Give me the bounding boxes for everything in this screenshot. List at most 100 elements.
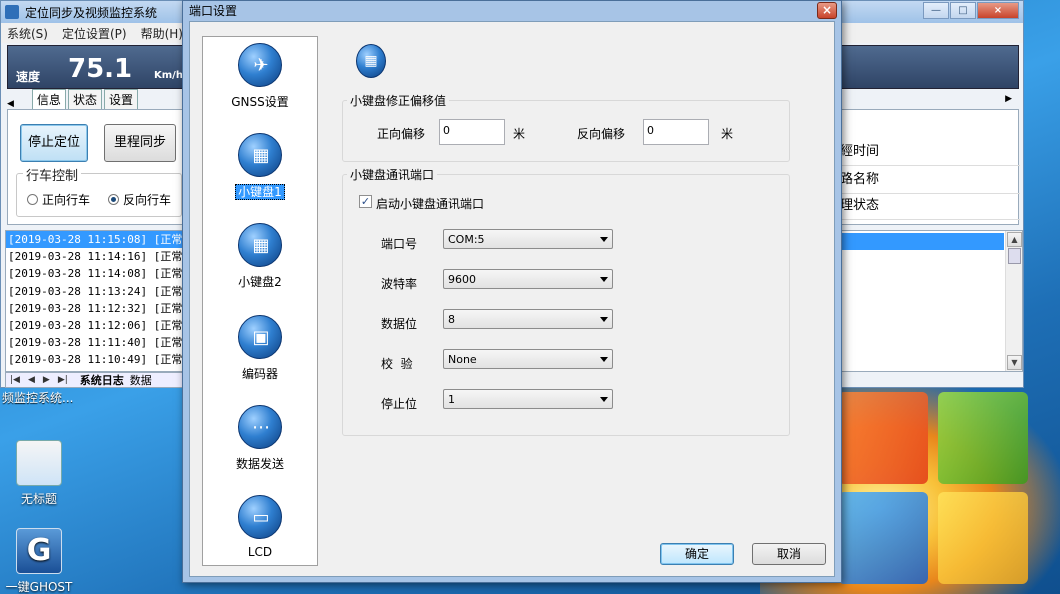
tab-scroll-left-icon[interactable]: ◀ [7,99,14,109]
data-list[interactable]: ▲ ▼ [839,230,1023,372]
port-group-title: 小键盘通讯端口 [347,166,438,183]
detail-label: 路名称 [840,168,1020,194]
next-page-icon[interactable]: ▶ [43,375,50,385]
log-row[interactable]: [2019-03-28 11:12:32] [正常] [6,300,182,317]
tab-settings[interactable]: 设置 [103,89,138,109]
data-bits-select[interactable]: 8 [443,309,613,329]
maximize-button[interactable]: □ [950,2,976,19]
ok-button[interactable]: 确定 [660,543,734,565]
nav-item-label: 小键盘2 [238,275,282,289]
desktop-icon-label: 一键GHOST [5,580,73,594]
reverse-drive-label: 反向行车 [123,193,172,207]
tab-status[interactable]: 状态 [67,89,102,109]
nav-item-lcd[interactable]: ▭ LCD [203,495,317,559]
log-row[interactable]: [2019-03-28 11:15:08] [正常] [6,231,182,249]
log-row[interactable]: [2019-03-28 11:13:24] [正常] [6,283,182,300]
monitor-icon: ▭ [238,495,282,539]
port-number-label: 端口号 [381,237,418,251]
reverse-drive-radio[interactable]: 反向行车 [108,191,171,208]
taskbar-hint[interactable]: 频监控系统... [2,389,73,406]
log-row[interactable]: [2019-03-28 11:11:40] [正常] [6,334,182,351]
log-row[interactable]: [2019-03-28 11:14:08] [正常] [6,265,182,282]
parity-label: 校 验 [381,357,413,371]
desktop-icon-label: 无标题 [20,492,57,506]
scroll-up-icon[interactable]: ▲ [1007,232,1022,247]
parity-select[interactable]: None [443,349,613,369]
offset-group: 小键盘修正偏移值 正向偏移 0 米 反向偏移 0 米 [342,92,790,162]
reverse-offset-label: 反向偏移 [577,127,626,141]
last-page-icon[interactable]: ▶| [58,375,68,385]
wallpaper-flag-blue [838,492,928,584]
nav-item-gnss[interactable]: ✈ GNSS设置 [203,43,317,110]
nav-item-label: 数据发送 [235,457,284,471]
forward-offset-unit: 米 [513,127,526,141]
nav-item-data-send[interactable]: ⋯ 数据发送 [203,405,317,472]
port-group: 小键盘通讯端口 ✓ 启动小键盘通讯端口 端口号 COM:5 波特率 9600 数… [342,166,790,436]
detail-label: 理状态 [840,194,1020,220]
wallpaper-flag-yellow [938,492,1028,584]
nav-item-keypad2[interactable]: ▦ 小键盘2 [203,223,317,290]
port-number-select[interactable]: COM:5 [443,229,613,249]
log-list[interactable]: [2019-03-28 11:15:08] [正常] [2019-03-28 1… [5,230,183,372]
network-icon: ⋯ [238,405,282,449]
info-tabbar: ◀ 信息 状态 设置 [7,89,183,109]
reverse-offset-input[interactable]: 0 [643,119,709,145]
data-bits-value: 8 [448,313,455,326]
menu-locate-settings[interactable]: 定位设置(P) [62,25,127,42]
stop-locate-button[interactable]: 停止定位 [20,124,88,162]
minimize-button[interactable]: — [923,2,949,19]
radio-icon [27,194,38,205]
encoder-icon: ▣ [238,315,282,359]
forward-drive-radio[interactable]: 正向行车 [27,191,90,208]
vertical-scrollbar[interactable]: ▲ ▼ [1005,231,1022,371]
tab-info[interactable]: 信息 [31,89,66,109]
stop-bits-select[interactable]: 1 [443,389,613,409]
dialog-close-button[interactable]: × [817,2,837,19]
nav-item-label: LCD [247,545,273,559]
enable-port-checkbox[interactable]: ✓ [359,195,372,208]
log-row[interactable]: [2019-03-28 11:12:06] [正常] [6,317,182,334]
desktop-icon-untitled[interactable]: 无标题 [4,440,74,507]
baud-rate-select[interactable]: 9600 [443,269,613,289]
close-button[interactable]: × [977,2,1019,19]
selected-row[interactable] [840,233,1004,250]
app-icon [5,5,19,19]
speed-unit: Km/h [154,70,183,81]
tab-scroll-right-icon[interactable]: ▶ [1005,94,1012,104]
log-tabbar: |◀ ◀ ▶ ▶| 系统日志 数据 [5,372,183,388]
forward-offset-input[interactable]: 0 [439,119,505,145]
nav-item-keypad1[interactable]: ▦ 小键盘1 [203,133,317,200]
nav-item-encoder[interactable]: ▣ 编码器 [203,315,317,382]
data-bits-label: 数据位 [381,317,418,331]
stop-bits-label: 停止位 [381,397,418,411]
prev-page-icon[interactable]: ◀ [28,375,35,385]
menu-help[interactable]: 帮助(H) [141,25,183,42]
tab-system-log[interactable]: 系统日志 [80,372,124,388]
menu-system[interactable]: 系统(S) [7,25,48,42]
reverse-offset-unit: 米 [721,127,734,141]
offset-group-title: 小键盘修正偏移值 [347,92,450,109]
desktop-icon-ghost[interactable]: G 一键GHOST [4,528,74,594]
main-window-title: 定位同步及视频监控系统 [25,5,158,20]
drive-control-title: 行车控制 [23,165,82,184]
wallpaper-flag-red [838,392,928,484]
scroll-down-icon[interactable]: ▼ [1007,355,1022,370]
scroll-thumb[interactable] [1008,248,1021,264]
ghost-icon: G [16,528,62,574]
cancel-button[interactable]: 取消 [752,543,826,565]
log-row[interactable]: [2019-03-28 11:14:16] [正常] [6,248,182,265]
settings-nav-list: ✈ GNSS设置 ▦ 小键盘1 ▦ 小键盘2 ▣ 编码器 ⋯ 数据发送 ▭ LC… [202,36,318,566]
mileage-sync-button[interactable]: 里程同步 [104,124,176,162]
detail-label: 經时间 [840,140,1020,166]
chevron-down-icon [600,357,608,362]
first-page-icon[interactable]: |◀ [10,375,20,385]
baud-rate-label: 波特率 [381,277,418,291]
log-row[interactable]: [2019-03-28 11:10:49] [正常] [6,351,182,368]
chevron-down-icon [600,397,608,402]
keypad-icon: ▦ [238,223,282,267]
tab-data[interactable]: 数据 [130,372,152,388]
chevron-down-icon [600,237,608,242]
forward-drive-label: 正向行车 [42,193,91,207]
dialog-title: 端口设置 [189,4,238,18]
speed-value: 75.1 [68,54,133,84]
